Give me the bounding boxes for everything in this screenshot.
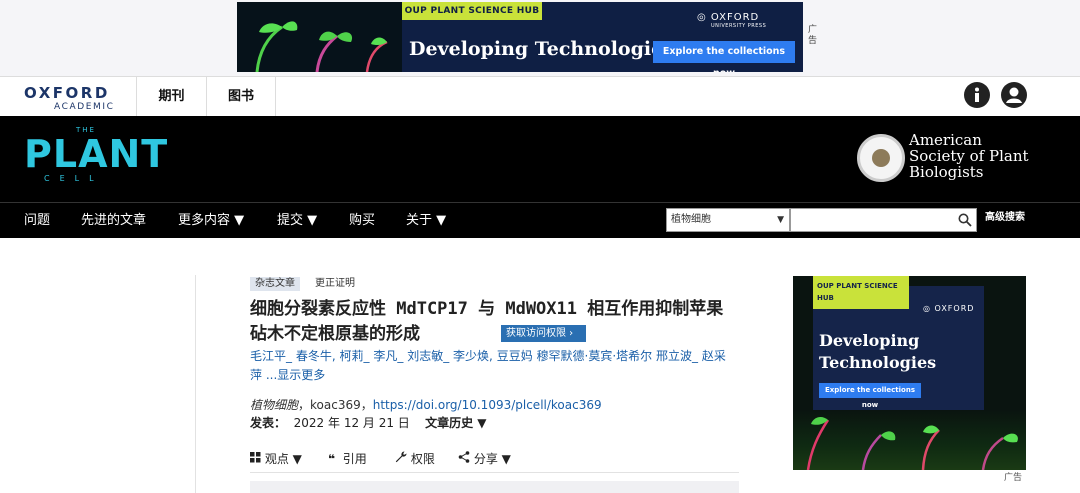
ad-title: Developing Technologies: [409, 38, 674, 60]
published-date: 2022 年 12 月 21 日: [293, 416, 410, 430]
doi-link[interactable]: https://doi.org/10.1093/plcell/koac369: [373, 398, 602, 412]
author-link[interactable]: 刘志敏: [407, 349, 443, 363]
author-link[interactable]: 邢立波: [656, 349, 692, 363]
quote-icon: ❝: [328, 452, 336, 466]
top-ad-banner[interactable]: OUP PLANT SCIENCE HUB Developing Technol…: [237, 2, 803, 72]
caret-down-icon: ▼: [777, 215, 784, 225]
author-link[interactable]: 春冬牛: [296, 349, 332, 363]
author-link[interactable]: 穆罕默德·莫宾·塔希尔: [537, 349, 653, 363]
side-ad-label: 广告: [1004, 473, 1023, 483]
user-icon[interactable]: [1001, 82, 1027, 108]
oxford-academic-logo[interactable]: OXFORD ACADEMIC: [24, 84, 115, 112]
journal-name[interactable]: 植物细胞: [250, 398, 298, 412]
tools-divider: [250, 472, 739, 473]
author-link[interactable]: 豆豆妈: [497, 349, 533, 363]
oxford-academic-header: OXFORD ACADEMIC 期刊 图书: [0, 76, 1080, 117]
ad-plant-image: [237, 2, 402, 72]
oxford-logo-circle-icon: ◎: [923, 304, 935, 313]
cite-button[interactable]: ❝ 引用: [328, 450, 367, 467]
nav-journals[interactable]: 期刊: [136, 77, 206, 117]
share-dropdown[interactable]: 分享 ▼: [458, 450, 511, 467]
author-link[interactable]: 柯莉: [340, 349, 364, 363]
plant-cell-logo[interactable]: THE PLANT CELL: [24, 126, 168, 183]
side-ad-explore-button[interactable]: Explore the collections now: [819, 383, 921, 409]
grid-icon: [250, 452, 265, 466]
side-ad-hub-label: OUP PLANT SCIENCE HUB: [813, 276, 909, 309]
article-history-toggle[interactable]: 文章历史 ▼: [425, 416, 486, 430]
share-icon: [458, 451, 474, 466]
permissions-button[interactable]: 权限: [395, 450, 435, 467]
views-dropdown[interactable]: 观点 ▼: [250, 450, 302, 467]
side-ad-oxford-logo: ◎ OXFORD: [923, 304, 975, 313]
abstract-placeholder: [250, 481, 739, 493]
wrench-icon: [395, 451, 411, 466]
nav-advance-articles[interactable]: 先进的文章: [81, 203, 146, 239]
left-column-divider: [195, 275, 196, 493]
search-icon[interactable]: [958, 212, 972, 227]
show-more-authors-link[interactable]: ...显示更多: [266, 368, 325, 382]
author-link[interactable]: 李凡: [373, 349, 397, 363]
aspb-society-name[interactable]: American Society of Plant Biologists: [909, 132, 1029, 180]
article-type-tag: 杂志文章: [250, 277, 300, 291]
author-link[interactable]: 毛江平: [250, 349, 286, 363]
nav-more-content[interactable]: 更多内容 ▼: [178, 203, 244, 239]
author-link[interactable]: 李少焕: [453, 349, 489, 363]
ad-label: 广告: [808, 25, 818, 46]
aspb-seal-icon: [857, 134, 905, 182]
nav-purchase[interactable]: 购买: [349, 203, 375, 239]
nav-about[interactable]: 关于 ▼: [406, 203, 446, 239]
author-list: 毛江平_ 春冬牛, 柯莉_ 李凡_ 刘志敏_ 李少焕, 豆豆妈 穆罕默德·莫宾·…: [250, 349, 726, 382]
search-input[interactable]: [790, 208, 977, 232]
advanced-search-link[interactable]: 高级搜索: [985, 208, 1025, 223]
ad-explore-button[interactable]: Explore the collections now: [653, 41, 795, 72]
nav-issues[interactable]: 问题: [24, 203, 50, 239]
get-access-button[interactable]: 获取访问权限 ›: [501, 325, 586, 342]
oxford-logo-circle-icon: ◎: [697, 12, 711, 23]
nav-books[interactable]: 图书: [206, 77, 276, 117]
side-ad-plant-image: [793, 410, 1026, 470]
published-line: 发表： 2022 年 12 月 21 日 文章历史 ▼: [250, 416, 487, 430]
article-title: 细胞分裂素反应性 MdTCP17 与 MdWOX11 相互作用抑制苹果砧木不定根…: [250, 299, 724, 344]
corrected-proof-tag: 更正证明: [315, 278, 355, 289]
nav-submit[interactable]: 提交 ▼: [277, 203, 317, 239]
ad-oxford-logo: ◎ OXFORD UNIVERSITY PRESS: [697, 12, 767, 29]
side-ad-banner[interactable]: OUP PLANT SCIENCE HUB ◎ OXFORD Developin…: [793, 276, 1026, 470]
side-ad-title: Developing Technologies: [819, 331, 937, 372]
citation-line: 植物细胞，koac369，https://doi.org/10.1093/plc…: [250, 398, 602, 412]
search-scope-select[interactable]: 植物细胞 ▼: [666, 208, 790, 232]
info-icon[interactable]: [964, 82, 990, 108]
ad-hub-label: OUP PLANT SCIENCE HUB: [402, 2, 542, 20]
